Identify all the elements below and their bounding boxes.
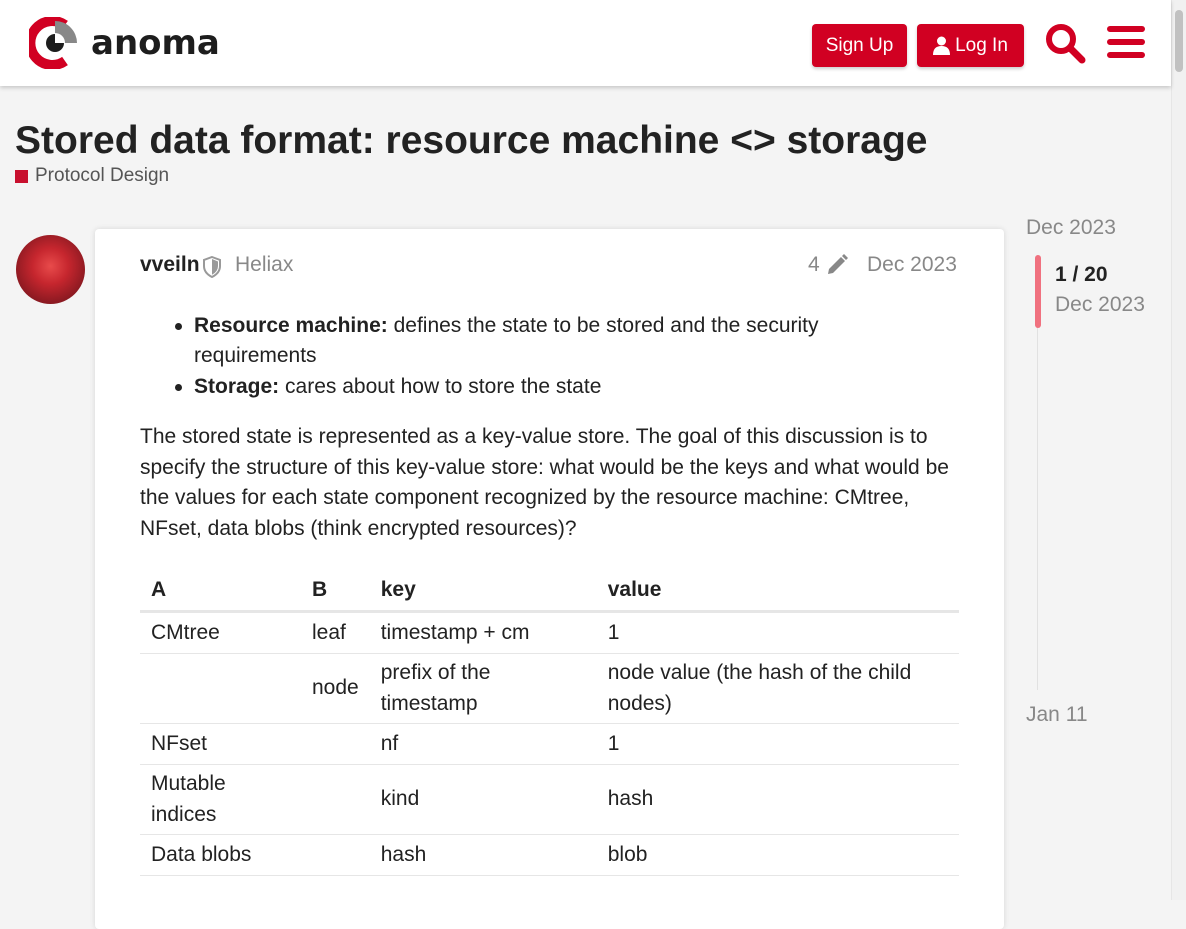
table-cell (140, 653, 301, 724)
table-cell: leaf (301, 611, 370, 654)
table-cell: timestamp + cm (369, 611, 597, 654)
timeline-scroll-handle[interactable] (1035, 255, 1041, 328)
table-cell: hash (596, 764, 959, 835)
table-cell: NFset (140, 723, 301, 765)
table-header: key (369, 570, 597, 613)
post-bullet-list: Resource machine: defines the state to b… (175, 311, 884, 402)
edit-history[interactable]: 4 (808, 253, 848, 277)
post-username[interactable]: vveiln (140, 253, 200, 277)
table-cell: 1 (596, 611, 959, 654)
site-header: anoma Sign Up Log In (0, 0, 1171, 86)
timeline-current-date: Dec 2023 (1055, 293, 1145, 316)
timeline-end-date[interactable]: Jan 11 (1026, 703, 1088, 727)
table-cell (301, 834, 370, 876)
moderator-shield-icon (203, 256, 221, 278)
table-cell: Data blobs (140, 834, 301, 876)
table-cell: Mutable indices (140, 764, 301, 835)
scrollbar-thumb[interactable] (1175, 10, 1183, 72)
category-badge[interactable]: Protocol Design (15, 165, 169, 187)
post-paragraph: The stored state is represented as a key… (140, 425, 949, 540)
timeline-start-date[interactable]: Dec 2023 (1026, 216, 1116, 240)
bullet-term: Storage: (194, 375, 280, 398)
table-row: Data blobs hash blob (140, 834, 959, 876)
list-item: Resource machine: defines the state to b… (175, 311, 884, 371)
key-value-table: A B key value CMtree leaf timestamp + cm… (140, 570, 959, 876)
sign-up-button[interactable]: Sign Up (812, 24, 907, 67)
table-cell: prefix of the timestamp (369, 653, 597, 724)
user-icon (933, 36, 951, 55)
user-title: Heliax (235, 253, 294, 276)
table-cell: nf (369, 723, 597, 765)
category-name: Protocol Design (35, 165, 170, 186)
log-in-button[interactable]: Log In (917, 24, 1024, 67)
topic-title[interactable]: Stored data format: resource machine <> … (15, 118, 927, 164)
timeline-position: 1 / 20 (1055, 263, 1108, 286)
table-cell: hash (369, 834, 597, 876)
list-item: Storage: cares about how to store the st… (175, 372, 884, 402)
hamburger-menu-icon[interactable] (1107, 24, 1145, 60)
search-icon[interactable] (1044, 22, 1086, 64)
table-row: CMtree leaf timestamp + cm 1 (140, 611, 959, 654)
table-cell: node (301, 653, 370, 724)
table-header-row: A B key value (140, 570, 959, 613)
bullet-text: cares about how to store the state (279, 375, 602, 398)
table-cell: CMtree (140, 611, 301, 654)
table-cell: node value (the hash of the child nodes) (596, 653, 959, 724)
pencil-icon (827, 254, 848, 274)
logo-text: anoma (91, 23, 220, 63)
category-color-square (15, 169, 28, 183)
table-header: value (596, 570, 959, 613)
table-row: node prefix of the timestamp node value … (140, 653, 959, 724)
table-cell: blob (596, 834, 959, 876)
site-logo[interactable]: anoma (29, 17, 220, 69)
table-cell (301, 764, 370, 835)
table-row: Mutable indices kind hash (140, 764, 959, 835)
bullet-term: Resource machine: (194, 314, 388, 337)
table-header: B (301, 570, 370, 613)
anoma-logo-icon (29, 17, 77, 69)
table-cell (301, 723, 370, 765)
post-date[interactable]: Dec 2023 (867, 253, 957, 277)
table-cell: 1 (596, 723, 959, 765)
table-cell: kind (369, 764, 597, 835)
avatar[interactable] (16, 235, 85, 304)
post-card: vveiln Heliax 4 Dec 2023 Resource machin… (95, 229, 1004, 929)
table-row: NFset nf 1 (140, 723, 959, 765)
edit-count: 4 (808, 253, 820, 276)
log-in-label: Log In (955, 34, 1008, 56)
table-header: A (140, 570, 301, 613)
page-scrollbar[interactable] (1171, 0, 1186, 900)
